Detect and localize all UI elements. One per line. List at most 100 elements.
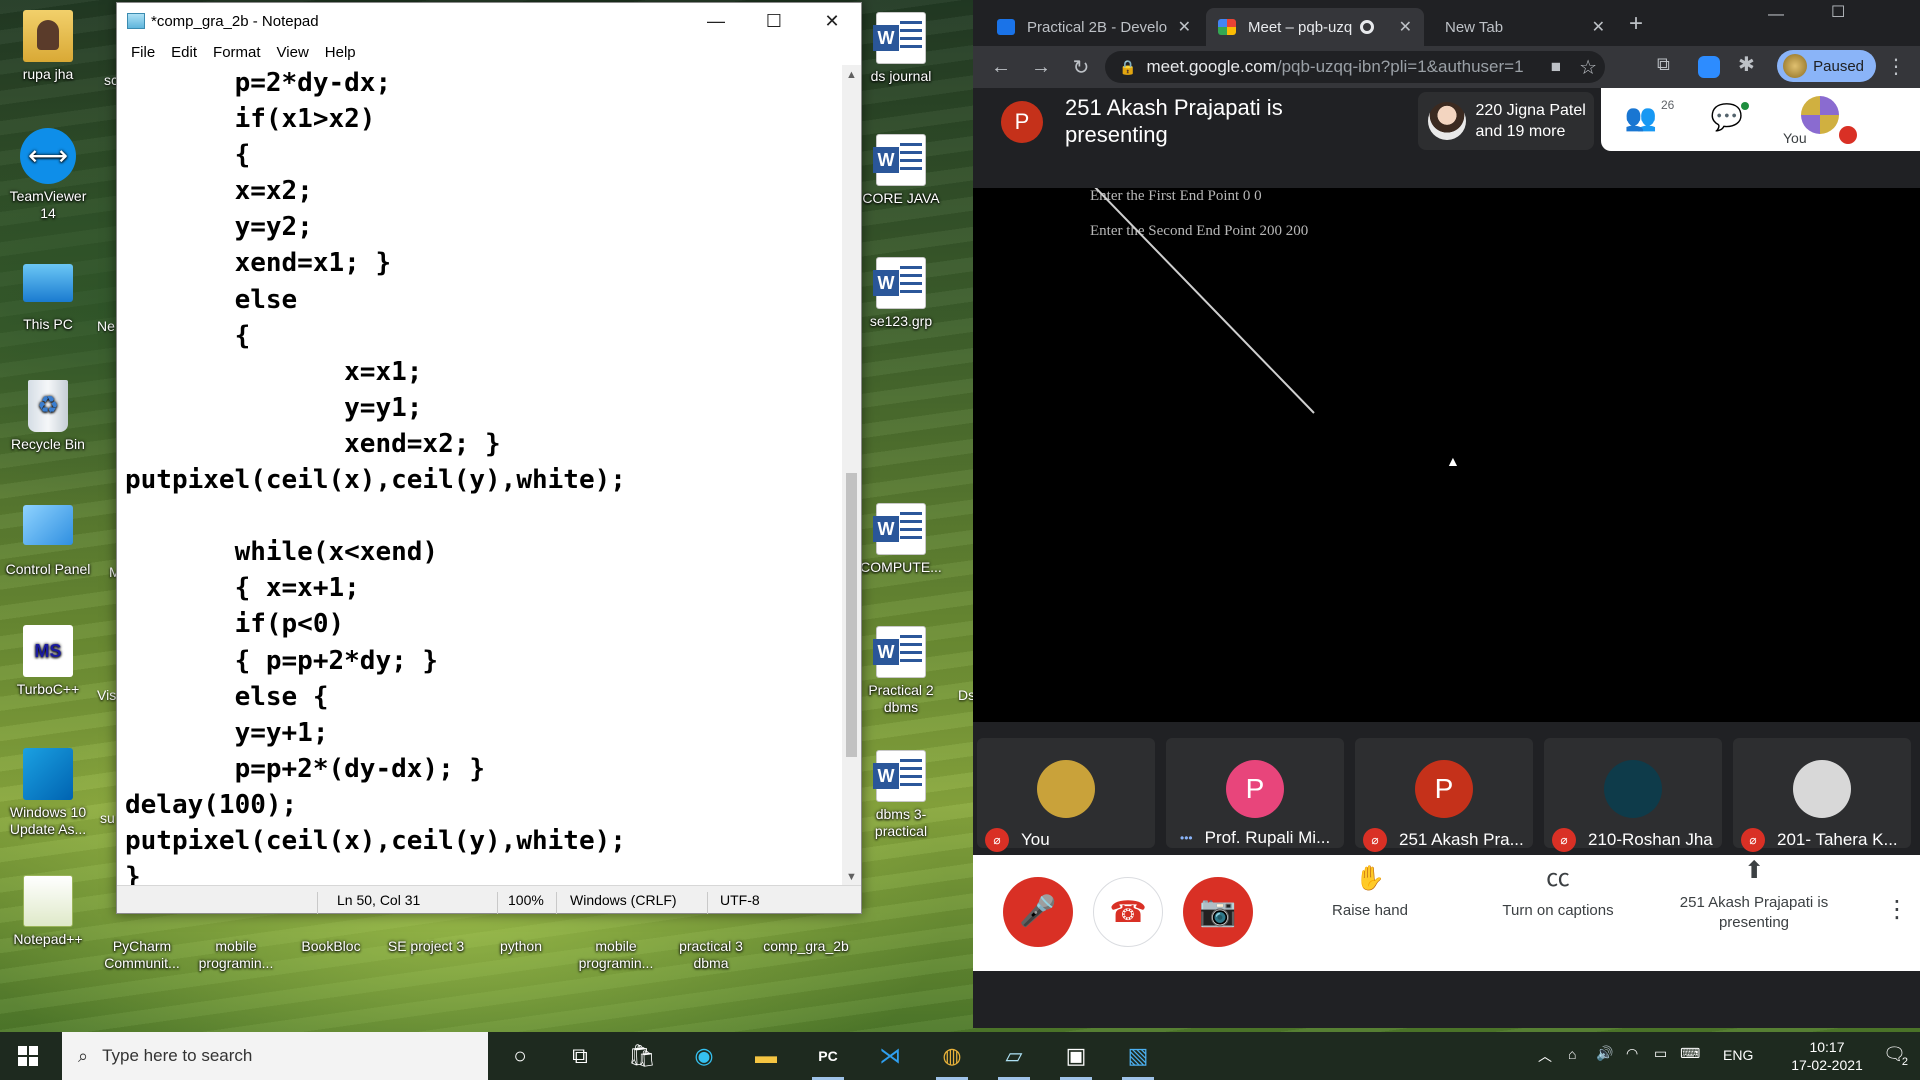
desktop-icon-windows-update[interactable]: Windows 10 Update As... — [2, 748, 94, 838]
edge-icon[interactable]: ◉ — [680, 1038, 728, 1074]
scroll-down-arrow-icon[interactable]: ▼ — [846, 871, 857, 883]
desktop-icon-mobile-programming[interactable]: mobile programin... — [190, 920, 282, 972]
participant-tile[interactable]: P ••• Prof. Rupali Mi... — [1166, 738, 1344, 848]
window-maximize-icon[interactable]: ☐ — [1831, 2, 1845, 22]
cortana-circle-icon[interactable]: ○ — [496, 1038, 544, 1074]
leave-call-button[interactable]: ☎ — [1093, 877, 1163, 947]
participant-name-row: ••• Prof. Rupali Mi... — [1166, 828, 1344, 848]
language-indicator[interactable]: ENG — [1723, 1047, 1753, 1063]
battery-icon[interactable]: ▭ — [1654, 1045, 1667, 1062]
show-hidden-icons-icon[interactable]: ︿ — [1538, 1046, 1552, 1066]
desktop-icon-pycharm[interactable]: PyCharm Communit... — [96, 920, 188, 972]
participant-tile[interactable]: ⌀ 201- Tahera K... — [1733, 738, 1911, 852]
menu-format[interactable]: Format — [205, 44, 269, 61]
chrome-icon[interactable]: ◍ — [928, 1038, 976, 1080]
desktop-icon-python[interactable]: python — [475, 920, 567, 955]
desktop-icon-core-java[interactable]: W CORE JAVA — [855, 134, 947, 207]
extension-puzzle-icon[interactable]: ⧉ — [1657, 54, 1670, 75]
raise-hand-button[interactable]: ✋ Raise hand — [1295, 867, 1445, 921]
bookmark-star-icon[interactable]: ☆ — [1579, 55, 1597, 80]
back-arrow-icon[interactable]: ← — [981, 56, 1021, 79]
clock-date: 17-02-2021 — [1791, 1057, 1863, 1073]
tab-new-tab[interactable]: New Tab ✕ — [1427, 8, 1617, 46]
vertical-scrollbar[interactable]: ▲ ▼ — [842, 65, 861, 887]
desktop-icon-ds-journal[interactable]: W ds journal — [855, 12, 947, 85]
volume-icon[interactable]: 🔊 — [1596, 1045, 1613, 1062]
desktop-icon-bookbloc[interactable]: BookBloc — [285, 920, 377, 955]
desktop-icon-this-pc[interactable]: This PC — [2, 258, 94, 333]
more-options-icon[interactable]: ⋮ — [1885, 895, 1909, 924]
close-tab-icon[interactable]: ✕ — [1178, 17, 1191, 37]
participant-tile[interactable]: P ⌀ 251 Akash Pra... — [1355, 738, 1533, 852]
start-button[interactable] — [0, 1032, 56, 1080]
meet-now-icon[interactable]: ⌂ — [1568, 1046, 1576, 1062]
camera-indicator-icon[interactable]: ■ — [1551, 57, 1561, 77]
participant-avatar: P — [1415, 760, 1473, 818]
notepad-text-area[interactable]: p=2*dy-dx; if(x1>x2) { x=x2; y=y2; xend=… — [117, 65, 844, 887]
desktop-icon-teamviewer[interactable]: ⟷ TeamViewer 14 — [2, 128, 94, 222]
menu-help[interactable]: Help — [317, 44, 364, 61]
self-avatar[interactable] — [1801, 96, 1839, 134]
forward-arrow-icon[interactable]: → — [1021, 56, 1061, 79]
tab-meet[interactable]: Meet – pqb-uzq ✕ — [1206, 8, 1424, 46]
notepad-taskbar-icon[interactable]: ▱ — [990, 1038, 1038, 1080]
scrollbar-thumb[interactable] — [846, 473, 857, 757]
participant-tile[interactable]: ⌀ 210-Roshan Jha — [1544, 738, 1722, 852]
chat-icon[interactable]: 💬 — [1709, 102, 1745, 134]
desktop-icon-turboc[interactable]: MS TurboC++ — [2, 625, 94, 698]
zoom-extension-icon[interactable] — [1698, 56, 1720, 78]
scroll-up-arrow-icon[interactable]: ▲ — [846, 69, 857, 81]
others-in-call-card[interactable]: 220 Jigna Patel and 19 more — [1418, 92, 1594, 150]
store-icon[interactable]: 🛍 — [618, 1038, 666, 1074]
desktop-icon-control-panel[interactable]: Control Panel — [2, 505, 94, 578]
desktop-icon-practical2-dbms[interactable]: W Practical 2 dbms — [855, 626, 947, 716]
browser-menu-icon[interactable]: ⋮ — [1886, 54, 1906, 79]
desktop-icon-user-folder[interactable]: rupa jha — [2, 10, 94, 83]
address-bar[interactable]: 🔒 meet.google.com/pqb-uzqq-ibn?pli=1&aut… — [1105, 51, 1605, 83]
task-view-icon[interactable]: ⧉ — [556, 1038, 604, 1074]
taskbar-clock[interactable]: 10:17 17-02-2021 — [1782, 1038, 1872, 1074]
desktop-icon-se123[interactable]: W se123.grp — [855, 257, 947, 330]
close-tab-icon[interactable]: ✕ — [1592, 17, 1605, 37]
presenting-status-button[interactable]: ⬆ 251 Akash Prajapati is presenting — [1669, 859, 1839, 933]
desktop-icon-recycle-bin[interactable]: ♻ Recycle Bin — [2, 380, 94, 453]
photos-icon[interactable]: ▧ — [1114, 1038, 1162, 1080]
extensions-icon[interactable]: ✱ — [1738, 52, 1755, 77]
lock-icon: 🔒 — [1119, 58, 1137, 75]
turboc-taskbar-icon[interactable]: ▣ — [1052, 1038, 1100, 1080]
window-minimize-icon[interactable]: — — [1768, 6, 1784, 24]
desktop-icon-notepadpp[interactable]: Notepad++ — [2, 875, 94, 948]
pycharm-icon[interactable]: PC — [804, 1038, 852, 1080]
participant-tile[interactable]: ⌀ You — [977, 738, 1155, 852]
menu-file[interactable]: File — [123, 44, 163, 61]
vscode-icon[interactable]: ⋊ — [866, 1038, 914, 1074]
tab-practical-2b[interactable]: Practical 2B - Develo ✕ — [985, 8, 1203, 46]
reload-icon[interactable]: ↻ — [1061, 55, 1101, 80]
people-icon[interactable]: 👥 — [1623, 102, 1659, 134]
captions-button[interactable]: ㏄ Turn on captions — [1483, 867, 1633, 921]
code-line: { p=p+2*dy; } — [125, 645, 439, 676]
desktop-icon-dbms3[interactable]: W dbms 3-practical — [855, 750, 947, 840]
profile-paused-button[interactable]: Paused — [1777, 50, 1876, 82]
taskbar-search-box[interactable]: ⌕ Type here to search — [62, 1032, 488, 1080]
desktop-icon-practical3-dbma[interactable]: practical 3 dbma — [665, 920, 757, 972]
minimize-button[interactable]: — — [687, 3, 745, 39]
maximize-button[interactable]: ☐ — [745, 3, 803, 39]
close-tab-icon[interactable]: ✕ — [1399, 17, 1412, 37]
close-button[interactable]: ✕ — [803, 3, 861, 39]
notepad-title-bar[interactable]: *comp_gra_2b - Notepad — ☐ ✕ — [117, 3, 861, 39]
desktop-icon-se-project3[interactable]: SE project 3 — [380, 920, 472, 955]
desktop-icon-comp-gra-2b[interactable]: comp_gra_2b — [760, 920, 852, 955]
menu-edit[interactable]: Edit — [163, 44, 205, 61]
file-explorer-icon[interactable]: ▬ — [742, 1038, 790, 1074]
wifi-icon[interactable]: ◠ — [1626, 1045, 1638, 1062]
desktop-icon-compute[interactable]: W COMPUTE... — [855, 503, 947, 576]
keyboard-icon[interactable]: ⌨ — [1680, 1045, 1700, 1062]
microphone-off-button[interactable]: 🎤 — [1003, 877, 1073, 947]
shared-screen: Enter the First End Point 0 0 Enter the … — [973, 188, 1920, 722]
camera-off-button[interactable]: 📷 — [1183, 877, 1253, 947]
desktop-icon-mobile-programming-2[interactable]: mobile programin... — [570, 920, 662, 972]
menu-view[interactable]: View — [269, 44, 317, 61]
new-tab-icon[interactable]: + — [1629, 10, 1643, 38]
